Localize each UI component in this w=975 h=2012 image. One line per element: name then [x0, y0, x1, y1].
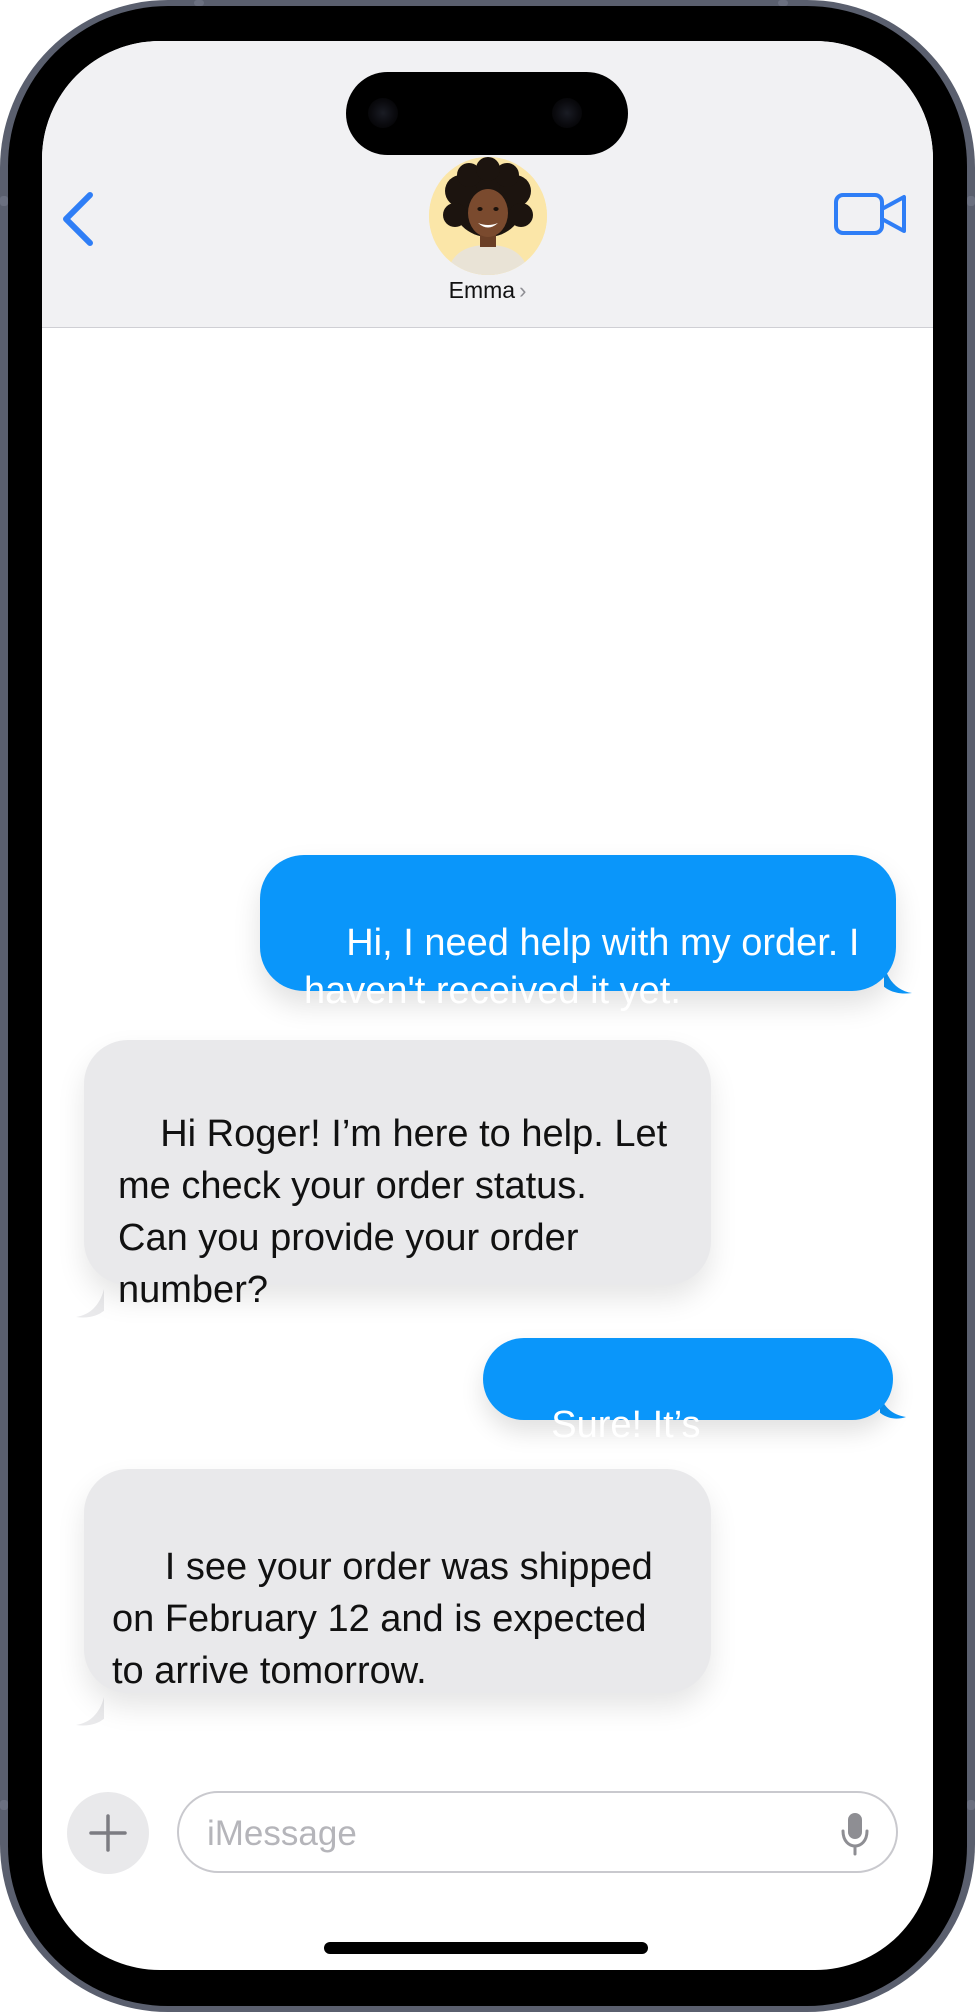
microphone-icon: [841, 1813, 869, 1856]
back-button[interactable]: [52, 179, 112, 259]
contact-name: Emma: [448, 277, 516, 303]
conversation-header: Emma ›: [42, 41, 933, 328]
message-bubble-outgoing[interactable]: Hi, I need help with my order. I haven't…: [260, 855, 896, 1012]
messages-screen: Emma › Hi, I need help with my order. I h…: [42, 41, 933, 1970]
message-input[interactable]: [205, 1803, 809, 1865]
chevron-right-icon: ›: [519, 278, 527, 303]
message-text: Hi Roger! I’m here to help. Let me check…: [118, 1113, 668, 1311]
video-camera-icon: [834, 193, 906, 235]
chevron-left-icon: [63, 192, 93, 246]
side-button-bottom-left: [0, 1800, 8, 1810]
plus-icon: [89, 1814, 127, 1852]
side-button-top-right: [967, 196, 975, 206]
front-camera-lens: [368, 98, 398, 128]
bubble-tail: [76, 1289, 104, 1318]
message-bubble-incoming[interactable]: I see your order was shipped on February…: [84, 1469, 711, 1693]
dynamic-island: [346, 72, 628, 155]
message-bubble-outgoing[interactable]: Sure! It’s #123456.: [483, 1338, 893, 1494]
sensor-lens: [552, 98, 582, 128]
bubble-tail: [76, 1697, 104, 1726]
side-button-bottom-right: [967, 1800, 975, 1810]
home-indicator[interactable]: [324, 1942, 648, 1954]
apps-plus-button[interactable]: [67, 1792, 149, 1874]
message-text: Hi, I need help with my order. I haven't…: [304, 922, 860, 1012]
message-text: I see your order was shipped on February…: [112, 1546, 653, 1692]
facetime-video-button[interactable]: [832, 185, 912, 245]
message-bubble-incoming[interactable]: Hi Roger! I’m here to help. Let me check…: [84, 1040, 711, 1311]
message-composer: [177, 1791, 898, 1873]
side-button-top-left: [0, 196, 8, 206]
contact-name-button[interactable]: Emma ›: [42, 277, 933, 304]
dictation-button[interactable]: [840, 1811, 870, 1857]
avatar[interactable]: [429, 157, 547, 275]
contact-photo: [429, 157, 547, 275]
